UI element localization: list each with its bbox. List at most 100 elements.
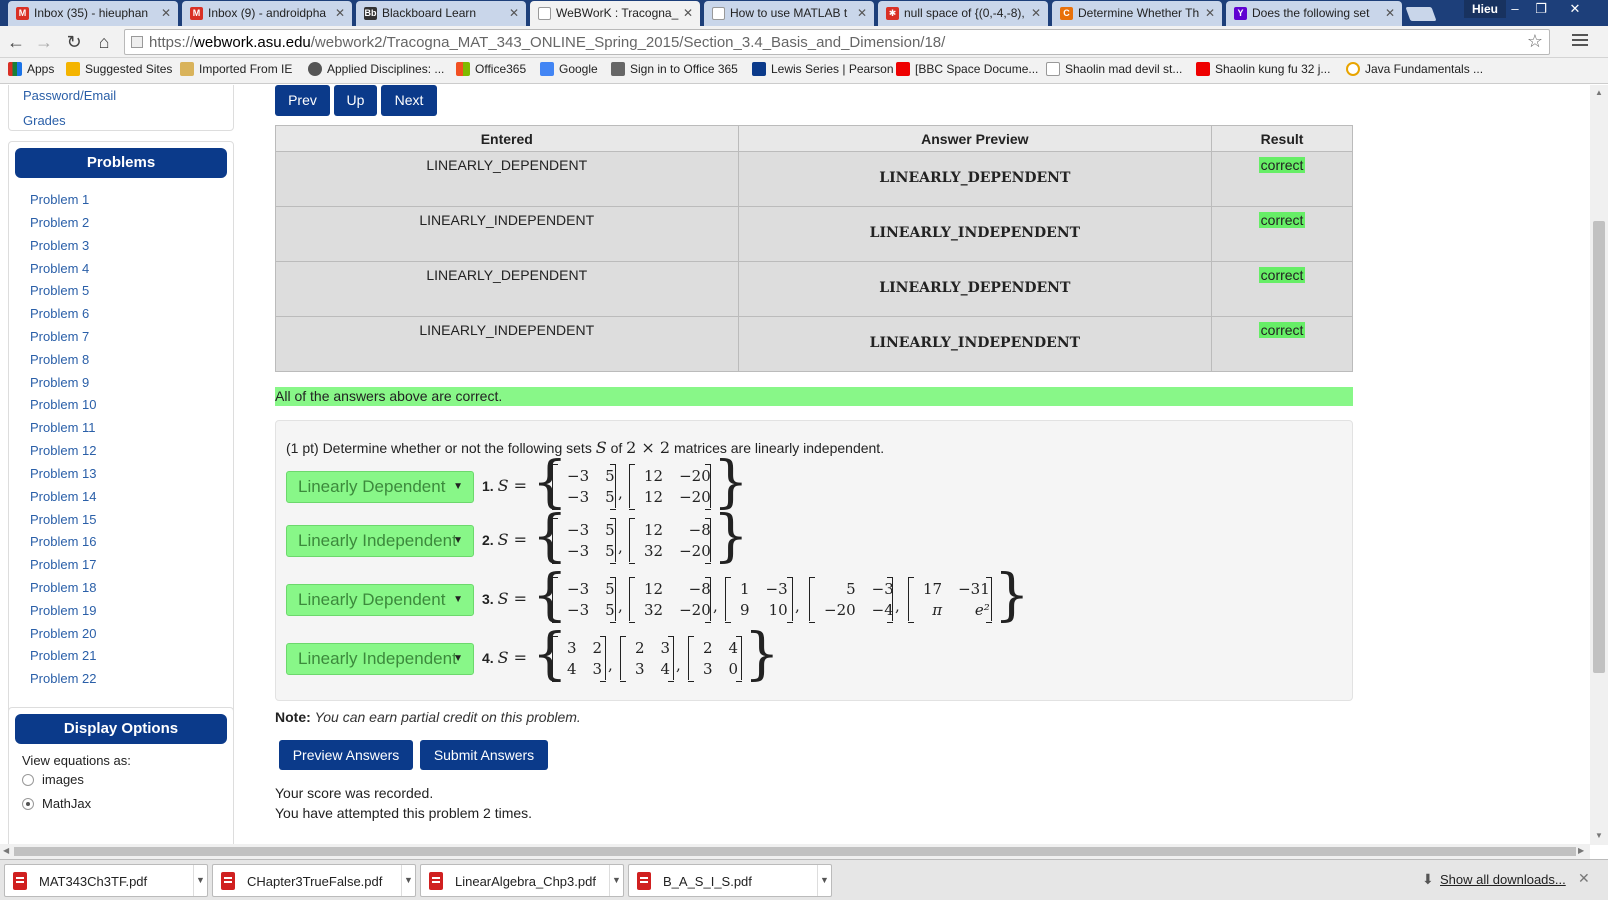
problem-link[interactable]: Problem 9 bbox=[30, 375, 89, 390]
bookmark-bbc-space[interactable]: [BBC Space Docume... bbox=[896, 62, 1038, 76]
tab-title: Inbox (35) - hieuphan bbox=[34, 6, 149, 20]
bookmark-office365[interactable]: Office365 bbox=[456, 62, 526, 76]
partial-credit-note: Note: You can earn partial credit on thi… bbox=[275, 709, 581, 725]
problem-link[interactable]: Problem 6 bbox=[30, 306, 89, 321]
problem-link[interactable]: Problem 15 bbox=[30, 512, 96, 527]
problem-link[interactable]: Problem 11 bbox=[30, 420, 96, 435]
chevron-down-icon[interactable]: ▼ bbox=[609, 865, 623, 896]
download-item[interactable]: MAT343Ch3TF.pdf ▼ bbox=[4, 864, 208, 897]
bookmark-shaolin-kung-fu[interactable]: Shaolin kung fu 32 j... bbox=[1196, 62, 1330, 76]
answer-select-4[interactable]: Linearly Independent ▼ bbox=[286, 643, 474, 675]
problem-link[interactable]: Problem 2 bbox=[30, 215, 89, 230]
tab-chegg[interactable]: C Determine Whether Th ✕ bbox=[1052, 1, 1222, 26]
star-icon[interactable]: ☆ bbox=[1527, 31, 1543, 52]
matrix: 23 34 bbox=[620, 636, 674, 682]
submit-answers-button[interactable]: Submit Answers bbox=[420, 740, 548, 770]
chevron-down-icon[interactable]: ▼ bbox=[193, 865, 207, 896]
horizontal-scroll-thumb[interactable] bbox=[14, 847, 1576, 856]
bookmark-apps[interactable]: Apps bbox=[8, 62, 54, 76]
bookmark-applied-disciplines[interactable]: Applied Disciplines: ... bbox=[308, 62, 444, 76]
scroll-right-icon[interactable]: ▶ bbox=[1578, 846, 1584, 855]
bookmark-suggested-sites[interactable]: Suggested Sites bbox=[66, 62, 172, 76]
next-button[interactable]: Next bbox=[381, 85, 437, 116]
answer-select-2[interactable]: Linearly Independent ▼ bbox=[286, 525, 474, 557]
radio-images[interactable] bbox=[22, 774, 34, 786]
tab-webwork[interactable]: WeBWorK : Tracogna_ ✕ bbox=[530, 1, 700, 26]
download-item[interactable]: LinearAlgebra_Chp3.pdf ▼ bbox=[420, 864, 624, 897]
grades-link[interactable]: Grades bbox=[23, 113, 66, 128]
problem-link[interactable]: Problem 8 bbox=[30, 352, 89, 367]
download-filename: MAT343Ch3TF.pdf bbox=[39, 874, 148, 889]
close-icon[interactable]: ✕ bbox=[1578, 870, 1590, 887]
horizontal-scrollbar[interactable]: ◀ ▶ bbox=[0, 844, 1590, 859]
problem-link[interactable]: Problem 18 bbox=[30, 580, 96, 595]
close-icon[interactable]: ✕ bbox=[509, 6, 519, 20]
scroll-left-icon[interactable]: ◀ bbox=[3, 846, 9, 855]
radio-mathjax[interactable] bbox=[22, 798, 34, 810]
bookmark-office365-signin[interactable]: Sign in to Office 365 bbox=[611, 62, 738, 76]
show-all-downloads-link[interactable]: Show all downloads... bbox=[1440, 872, 1566, 887]
password-email-link[interactable]: Password/Email bbox=[23, 88, 116, 103]
problem-link[interactable]: Problem 16 bbox=[30, 534, 96, 549]
bookmark-google[interactable]: Google bbox=[540, 62, 598, 76]
up-button[interactable]: Up bbox=[334, 85, 377, 116]
chevron-down-icon[interactable]: ▼ bbox=[401, 865, 415, 896]
menu-icon[interactable] bbox=[1572, 34, 1588, 49]
back-icon[interactable]: ← bbox=[4, 30, 28, 54]
problem-link[interactable]: Problem 19 bbox=[30, 603, 96, 618]
bookmark-shaolin-mad-devil[interactable]: Shaolin mad devil st... bbox=[1046, 62, 1182, 76]
reload-icon[interactable]: ↻ bbox=[62, 30, 86, 54]
close-icon[interactable]: ✕ bbox=[857, 6, 867, 20]
profile-button[interactable]: Hieu bbox=[1464, 0, 1506, 18]
answer-select-3[interactable]: Linearly Dependent ▼ bbox=[286, 584, 474, 616]
close-icon[interactable]: ✕ bbox=[1385, 6, 1395, 20]
document-icon bbox=[1046, 62, 1060, 76]
close-icon[interactable]: ✕ bbox=[335, 6, 345, 20]
bookmark-imported-from-ie[interactable]: Imported From IE bbox=[180, 62, 292, 76]
close-icon[interactable]: ✕ bbox=[161, 6, 171, 20]
answer-select-1[interactable]: Linearly Dependent ▼ bbox=[286, 471, 474, 503]
problem-link[interactable]: Problem 10 bbox=[30, 397, 96, 412]
prev-button[interactable]: Prev bbox=[275, 85, 330, 116]
vertical-scroll-thumb[interactable] bbox=[1593, 221, 1605, 673]
download-item[interactable]: CHapter3TrueFalse.pdf ▼ bbox=[212, 864, 416, 897]
scroll-up-icon[interactable]: ▲ bbox=[1595, 88, 1603, 97]
tab-gmail-2[interactable]: M Inbox (9) - androidpha ✕ bbox=[182, 1, 352, 26]
problem-link[interactable]: Problem 13 bbox=[30, 466, 96, 481]
problem-link[interactable]: Problem 5 bbox=[30, 283, 89, 298]
download-item[interactable]: B_A_S_I_S.pdf ▼ bbox=[628, 864, 832, 897]
minimize-icon[interactable]: – bbox=[1502, 0, 1528, 18]
close-icon[interactable]: ✕ bbox=[1205, 6, 1215, 20]
address-bar[interactable]: https://webwork.asu.edu/webwork2/Tracogn… bbox=[124, 29, 1550, 55]
problem-link[interactable]: Problem 7 bbox=[30, 329, 89, 344]
chevron-down-icon[interactable]: ▼ bbox=[817, 865, 831, 896]
home-icon[interactable]: ⌂ bbox=[92, 30, 116, 54]
problem-link[interactable]: Problem 22 bbox=[30, 671, 96, 686]
problem-link[interactable]: Problem 4 bbox=[30, 261, 89, 276]
tab-yahoo[interactable]: Y Does the following set ✕ bbox=[1226, 1, 1402, 26]
problem-link[interactable]: Problem 1 bbox=[30, 192, 89, 207]
downloads-bar: MAT343Ch3TF.pdf ▼ CHapter3TrueFalse.pdf … bbox=[0, 859, 1608, 900]
close-icon[interactable]: ✕ bbox=[683, 6, 693, 20]
tab-nullspace[interactable]: ✱ null space of {(0,-4,-8), ✕ bbox=[878, 1, 1048, 26]
problem-link[interactable]: Problem 20 bbox=[30, 626, 96, 641]
restore-icon[interactable]: ❐ bbox=[1528, 0, 1554, 18]
scroll-down-icon[interactable]: ▼ bbox=[1595, 831, 1603, 840]
problem-link[interactable]: Problem 3 bbox=[30, 238, 89, 253]
forward-icon[interactable]: → bbox=[32, 30, 56, 54]
window-close-icon[interactable]: ✕ bbox=[1560, 0, 1590, 18]
problem-link[interactable]: Problem 21 bbox=[30, 648, 96, 663]
bookmark-pearson[interactable]: Lewis Series | Pearson bbox=[752, 62, 894, 76]
tab-blackboard[interactable]: Bb Blackboard Learn ✕ bbox=[356, 1, 526, 26]
preview-cell: LINEARLY_DEPENDENT bbox=[737, 151, 1213, 207]
new-tab-button[interactable] bbox=[1405, 7, 1437, 21]
problem-link[interactable]: Problem 17 bbox=[30, 557, 96, 572]
tab-matlab[interactable]: How to use MATLAB t ✕ bbox=[704, 1, 874, 26]
tab-gmail-1[interactable]: M Inbox (35) - hieuphan ✕ bbox=[8, 1, 178, 26]
problem-link[interactable]: Problem 14 bbox=[30, 489, 96, 504]
preview-answers-button[interactable]: Preview Answers bbox=[279, 740, 413, 770]
problem-link[interactable]: Problem 12 bbox=[30, 443, 96, 458]
close-icon[interactable]: ✕ bbox=[1031, 6, 1041, 20]
bookmark-java-fundamentals[interactable]: Java Fundamentals ... bbox=[1346, 62, 1483, 76]
vertical-scrollbar[interactable]: ▲ ▼ bbox=[1590, 85, 1608, 845]
